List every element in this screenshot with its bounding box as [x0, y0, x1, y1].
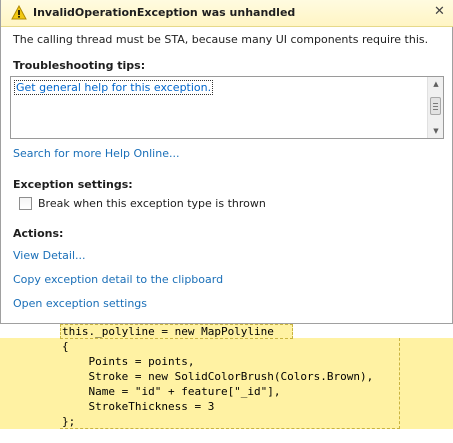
exception-title: InvalidOperationException was unhandled — [33, 6, 296, 19]
warning-triangle-icon — [11, 5, 27, 20]
scroll-thumb[interactable] — [430, 97, 441, 115]
code-editor[interactable]: this._polyline = new MapPolyline { Point… — [0, 324, 453, 443]
search-help-online-link[interactable]: Search for more Help Online... — [13, 147, 179, 160]
code-line-1: this._polyline = new MapPolyline — [62, 325, 274, 338]
tips-scrollbar[interactable]: ▲ ▼ — [427, 77, 443, 138]
break-on-exception-checkbox[interactable] — [19, 197, 32, 210]
grip-line — [433, 106, 438, 107]
code-line-2: { — [62, 340, 69, 353]
scroll-up-arrow-icon[interactable]: ▲ — [428, 77, 444, 91]
break-on-exception-label[interactable]: Break when this exception type is thrown — [38, 197, 266, 210]
scroll-down-arrow-icon[interactable]: ▼ — [428, 124, 444, 138]
code-line-5: Name = "id" + feature["_id"], — [62, 385, 281, 398]
code-line-4: Stroke = new SolidColorBrush(Colors.Brow… — [62, 370, 374, 383]
exception-message: The calling thread must be STA, because … — [13, 33, 429, 46]
view-detail-link[interactable]: View Detail... — [13, 249, 86, 262]
open-exception-settings-link[interactable]: Open exception settings — [13, 297, 147, 310]
grip-line — [433, 103, 438, 104]
actions-label: Actions: — [13, 227, 64, 240]
code-line-6: StrokeThickness = 3 — [62, 400, 215, 413]
grip-line — [433, 109, 438, 110]
troubleshooting-tips-label: Troubleshooting tips: — [13, 59, 146, 72]
exception-header: InvalidOperationException was unhandled … — [1, 0, 453, 27]
copy-exception-detail-link[interactable]: Copy exception detail to the clipboard — [13, 273, 223, 286]
code-line-3: Points = points, — [62, 355, 195, 368]
close-icon[interactable]: ✕ — [433, 5, 446, 18]
exception-assistant-popup: InvalidOperationException was unhandled … — [0, 0, 453, 324]
general-help-link[interactable]: Get general help for this exception. — [14, 80, 214, 95]
exception-settings-label: Exception settings: — [13, 178, 133, 191]
troubleshooting-tips-list: Get general help for this exception. ▲ ▼ — [10, 76, 444, 139]
code-line-7: }; — [62, 415, 76, 428]
